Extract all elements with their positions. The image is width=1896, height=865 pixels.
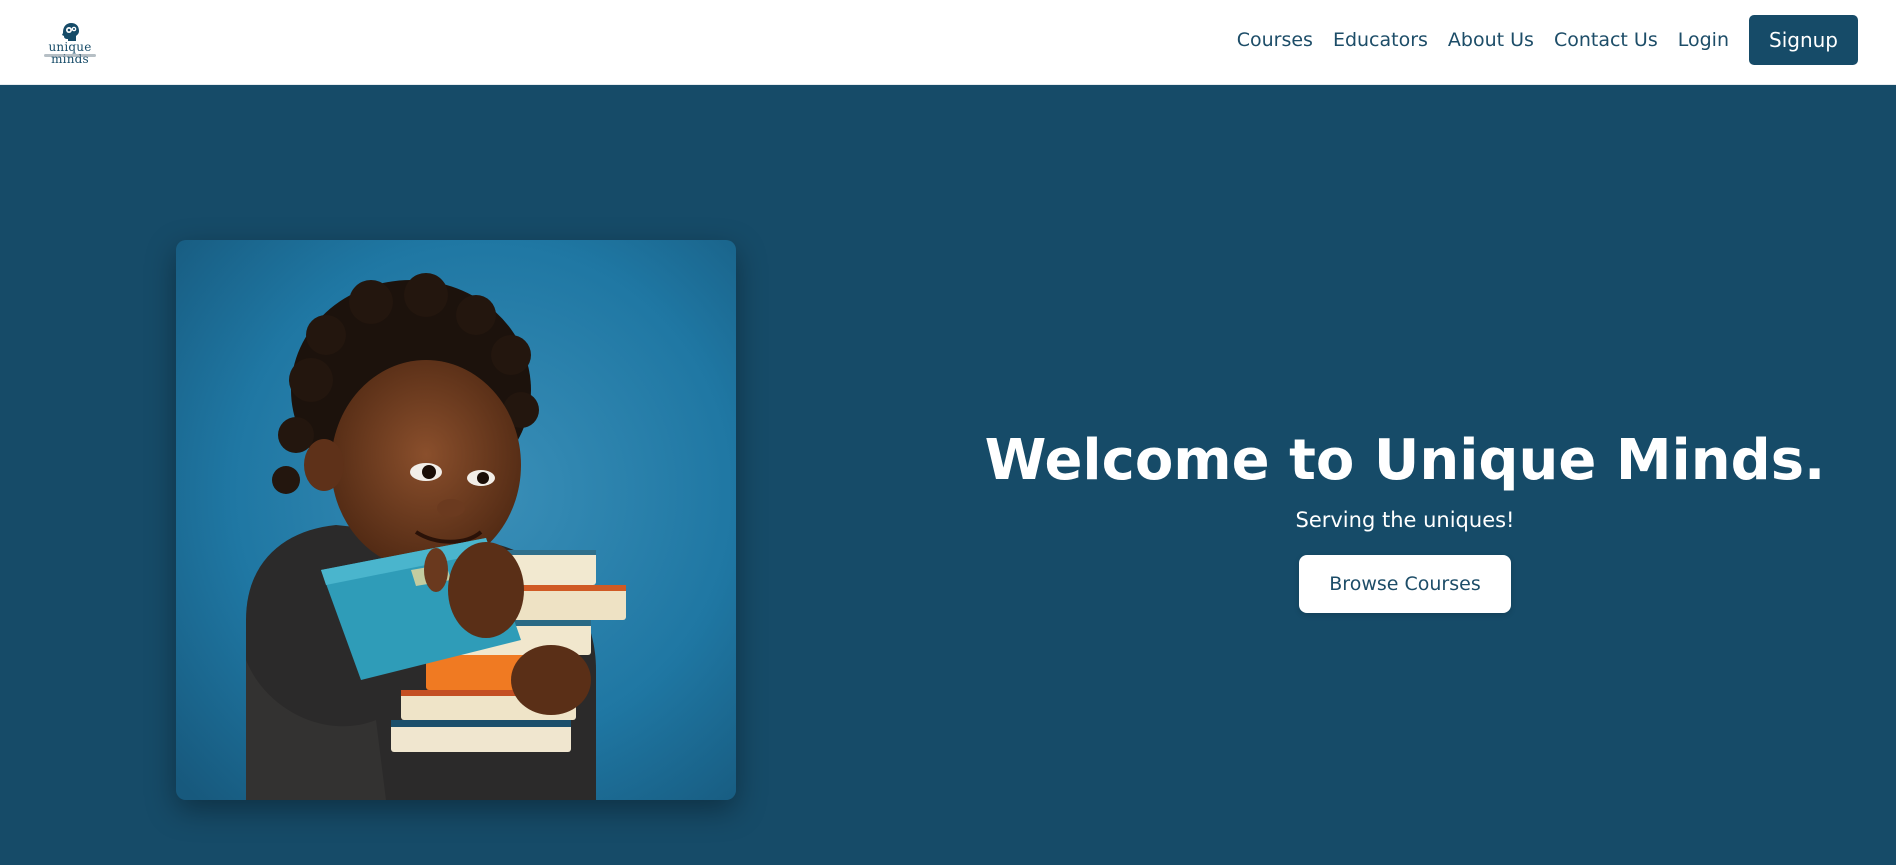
nav-link-contact-us[interactable]: Contact Us — [1554, 29, 1658, 51]
browse-courses-button[interactable]: Browse Courses — [1299, 555, 1511, 613]
main-nav: Courses Educators About Us Contact Us Lo… — [1237, 15, 1858, 65]
nav-link-courses[interactable]: Courses — [1237, 29, 1313, 51]
hero-subtitle: Serving the uniques! — [1295, 508, 1515, 532]
nav-link-about-us[interactable]: About Us — [1448, 29, 1534, 51]
nav-link-login[interactable]: Login — [1678, 29, 1729, 51]
hero-section: Welcome to Unique Minds. Serving the uni… — [0, 85, 1896, 865]
hero-title: Welcome to Unique Minds. — [984, 428, 1826, 493]
signup-button[interactable]: Signup — [1749, 15, 1858, 65]
child-with-books-image — [176, 240, 736, 800]
brain-head-icon — [62, 23, 79, 41]
logo-text: unique minds — [48, 40, 92, 66]
hero-image — [176, 240, 736, 800]
brand-logo[interactable]: unique minds — [30, 20, 110, 65]
logo-tagline-mark — [44, 54, 96, 57]
hero-content: Welcome to Unique Minds. Serving the uni… — [980, 425, 1830, 613]
top-navbar: unique minds Courses Educators About Us … — [0, 0, 1896, 85]
nav-link-educators[interactable]: Educators — [1333, 29, 1428, 51]
